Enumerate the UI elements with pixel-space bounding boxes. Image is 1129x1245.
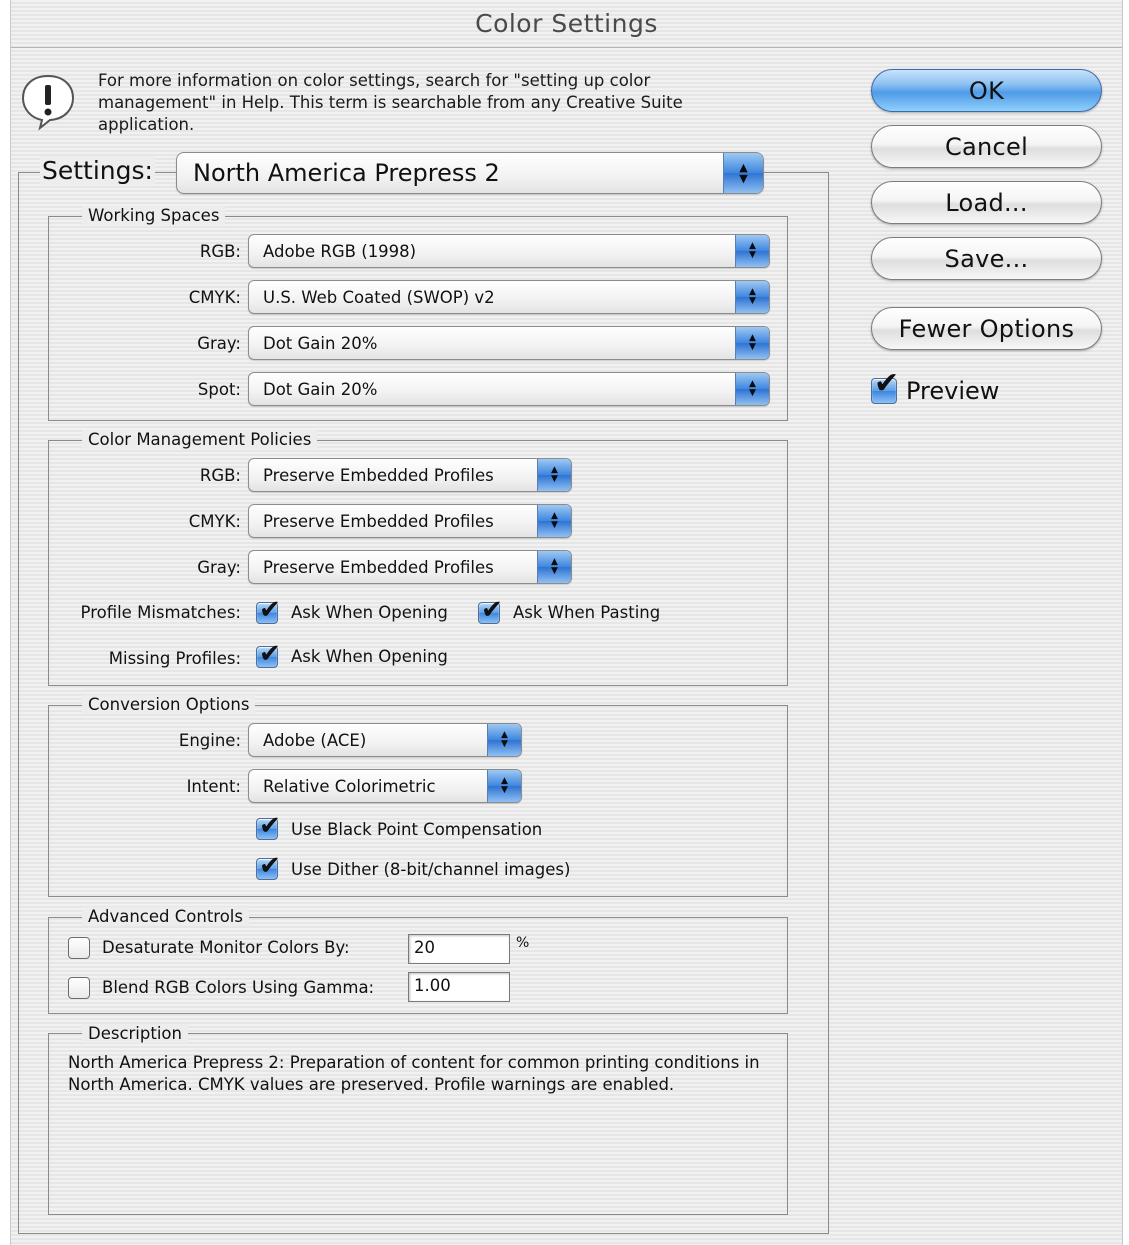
popup-arrows-icon: ▲ ▼ bbox=[735, 235, 769, 267]
ws-spot-value: Dot Gain 20% bbox=[263, 379, 378, 399]
checkmark-icon: ✔ bbox=[259, 595, 281, 625]
ws-rgb-label: RGB: bbox=[199, 242, 241, 261]
mismatch-ask-opening-label[interactable]: Ask When Opening bbox=[291, 603, 448, 622]
popup-arrows-icon: ▲ ▼ bbox=[723, 153, 763, 193]
ws-rgb-value: Adobe RGB (1998) bbox=[263, 241, 417, 261]
missing-profiles-label: Missing Profiles: bbox=[108, 649, 241, 668]
ws-gray-value: Dot Gain 20% bbox=[263, 333, 378, 353]
cancel-button[interactable]: Cancel bbox=[871, 125, 1102, 168]
checkmark-icon: ✔ bbox=[481, 595, 503, 625]
ws-spot-popup[interactable]: Dot Gain 20% ▲ ▼ bbox=[248, 372, 770, 406]
profile-mismatches-label: Profile Mismatches: bbox=[80, 603, 241, 622]
window-title: Color Settings bbox=[475, 9, 658, 38]
info-text: For more information on color settings, … bbox=[98, 71, 683, 134]
title-bar[interactable]: Color Settings bbox=[11, 0, 1122, 48]
popup-arrows-icon: ▲ ▼ bbox=[487, 724, 521, 756]
settings-value: North America Prepress 2 bbox=[193, 159, 500, 187]
popup-arrows-icon: ▲ ▼ bbox=[537, 505, 571, 537]
ws-rgb-popup[interactable]: Adobe RGB (1998) ▲ ▼ bbox=[248, 234, 770, 268]
description-title: Description bbox=[82, 1024, 188, 1043]
intent-value: Relative Colorimetric bbox=[263, 776, 436, 796]
blend-gamma-checkbox[interactable] bbox=[68, 977, 90, 999]
ws-gray-label: Gray: bbox=[197, 334, 241, 353]
desaturate-label[interactable]: Desaturate Monitor Colors By: bbox=[102, 938, 350, 957]
settings-popup[interactable]: North America Prepress 2 ▲ ▼ bbox=[176, 152, 764, 194]
missing-ask-opening-checkbox[interactable]: ✔ bbox=[256, 641, 281, 668]
load-button[interactable]: Load... bbox=[871, 181, 1102, 224]
mismatch-ask-pasting-label[interactable]: Ask When Pasting bbox=[513, 603, 660, 622]
blend-gamma-label[interactable]: Blend RGB Colors Using Gamma: bbox=[102, 978, 374, 997]
desaturate-unit: % bbox=[516, 935, 530, 951]
engine-value: Adobe (ACE) bbox=[263, 730, 367, 750]
popup-arrows-icon: ▲ ▼ bbox=[735, 327, 769, 359]
policy-rgb-value: Preserve Embedded Profiles bbox=[263, 465, 494, 485]
policy-rgb-label: RGB: bbox=[199, 466, 241, 485]
engine-label: Engine: bbox=[178, 731, 241, 750]
policies-title: Color Management Policies bbox=[82, 430, 318, 449]
intent-popup[interactable]: Relative Colorimetric ▲ ▼ bbox=[248, 769, 522, 803]
blend-gamma-input[interactable]: 1.00 bbox=[408, 972, 510, 1002]
checkmark-icon: ✔ bbox=[259, 811, 281, 841]
popup-arrows-icon: ▲ ▼ bbox=[537, 551, 571, 583]
description-text: North America Prepress 2: Preparation of… bbox=[68, 1053, 760, 1094]
ws-spot-label: Spot: bbox=[197, 380, 241, 399]
working-spaces-title: Working Spaces bbox=[82, 206, 226, 225]
popup-arrows-icon: ▲ ▼ bbox=[537, 459, 571, 491]
preview-checkbox[interactable]: ✔ bbox=[871, 369, 899, 404]
policy-gray-popup[interactable]: Preserve Embedded Profiles ▲ ▼ bbox=[248, 550, 572, 584]
alert-icon bbox=[21, 74, 75, 131]
ok-button[interactable]: OK bbox=[871, 69, 1102, 112]
policy-gray-label: Gray: bbox=[197, 558, 241, 577]
black-point-checkbox[interactable]: ✔ bbox=[256, 813, 281, 840]
desaturate-input[interactable]: 20 bbox=[408, 934, 510, 964]
ws-cmyk-value: U.S. Web Coated (SWOP) v2 bbox=[263, 287, 495, 307]
popup-arrows-icon: ▲ ▼ bbox=[735, 281, 769, 313]
dither-checkbox[interactable]: ✔ bbox=[256, 853, 281, 880]
ws-gray-popup[interactable]: Dot Gain 20% ▲ ▼ bbox=[248, 326, 770, 360]
desaturate-checkbox[interactable] bbox=[68, 937, 90, 959]
mismatch-ask-opening-checkbox[interactable]: ✔ bbox=[256, 597, 281, 624]
engine-popup[interactable]: Adobe (ACE) ▲ ▼ bbox=[248, 723, 522, 757]
policy-cmyk-label: CMYK: bbox=[188, 512, 241, 531]
save-button[interactable]: Save... bbox=[871, 237, 1102, 280]
black-point-label[interactable]: Use Black Point Compensation bbox=[291, 820, 542, 839]
intent-label: Intent: bbox=[186, 777, 241, 796]
conversion-title: Conversion Options bbox=[82, 695, 256, 714]
advanced-title: Advanced Controls bbox=[82, 907, 249, 926]
checkmark-icon: ✔ bbox=[259, 639, 281, 669]
checkmark-icon: ✔ bbox=[874, 366, 900, 401]
policy-cmyk-popup[interactable]: Preserve Embedded Profiles ▲ ▼ bbox=[248, 504, 572, 538]
missing-ask-opening-label[interactable]: Ask When Opening bbox=[291, 647, 448, 666]
policy-cmyk-value: Preserve Embedded Profiles bbox=[263, 511, 494, 531]
checkmark-icon: ✔ bbox=[259, 851, 281, 881]
policy-gray-value: Preserve Embedded Profiles bbox=[263, 557, 494, 577]
policy-rgb-popup[interactable]: Preserve Embedded Profiles ▲ ▼ bbox=[248, 458, 572, 492]
popup-arrows-icon: ▲ ▼ bbox=[487, 770, 521, 802]
preview-label[interactable]: Preview bbox=[906, 377, 999, 405]
popup-arrows-icon: ▲ ▼ bbox=[735, 373, 769, 405]
fewer-options-button[interactable]: Fewer Options bbox=[871, 307, 1102, 350]
mismatch-ask-pasting-checkbox[interactable]: ✔ bbox=[478, 597, 503, 624]
settings-label: Settings: bbox=[40, 156, 155, 185]
ws-cmyk-popup[interactable]: U.S. Web Coated (SWOP) v2 ▲ ▼ bbox=[248, 280, 770, 314]
dither-label[interactable]: Use Dither (8-bit/channel images) bbox=[291, 860, 570, 879]
ws-cmyk-label: CMYK: bbox=[188, 288, 241, 307]
